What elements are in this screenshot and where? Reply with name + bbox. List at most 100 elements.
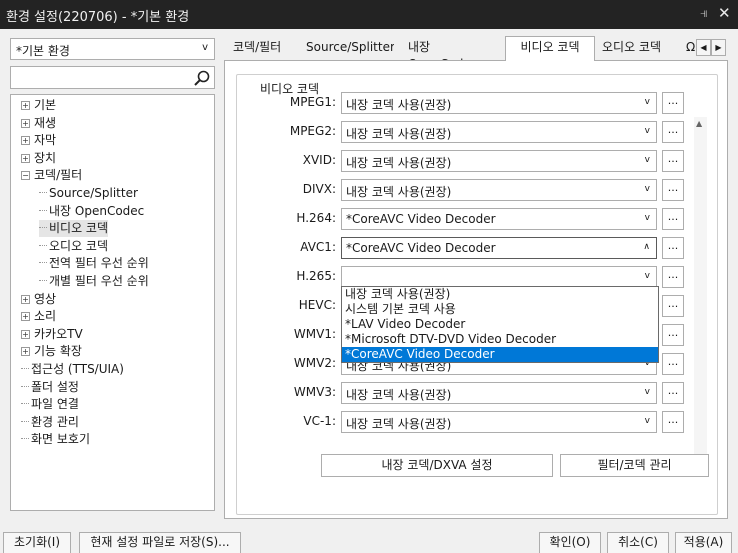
codec-row: VC-1: <box>230 411 336 433</box>
tab-item[interactable]: 내장 OpenCodec <box>408 39 500 60</box>
dropdown-option[interactable]: *Microsoft DTV-DVD Video Decoder <box>342 332 658 347</box>
chevron-down-icon: v <box>644 416 650 426</box>
tree-item[interactable]: + 영상 <box>21 291 56 308</box>
codec-select[interactable]: 내장 코덱 사용(권장) v <box>341 179 657 201</box>
expand-icon[interactable]: + <box>21 118 30 128</box>
tree-item[interactable]: 전역 필터 우선 순위 <box>39 255 149 272</box>
tab-item[interactable]: 오디오 코덱 <box>602 39 672 60</box>
codec-label: VC-1: <box>303 414 336 428</box>
codec-label: MPEG1: <box>289 95 336 109</box>
expand-icon[interactable]: + <box>21 153 30 163</box>
tree-item[interactable]: + 기본 <box>21 97 56 114</box>
tree-item[interactable]: 화면 보호기 <box>21 431 90 448</box>
dropdown-option[interactable]: 내장 코덱 사용(권장) <box>342 287 658 302</box>
codec-select-value: 내장 코덱 사용(권장) <box>346 156 452 170</box>
codec-select[interactable]: 내장 코덱 사용(권장) v <box>341 382 657 404</box>
settings-client: *기본 환경 v + 기본 + 재생 + 자막 + 장치 − 코덱/필터 Source/Splitt… <box>0 29 738 553</box>
dropdown-option[interactable]: *LAV Video Decoder <box>342 317 658 332</box>
codec-options-button[interactable]: ... <box>662 411 684 433</box>
tab-item[interactable]: Source/Splitter <box>306 39 394 60</box>
tree-item[interactable]: Source/Splitter <box>39 185 138 202</box>
chevron-down-icon: v <box>644 387 650 397</box>
codec-options-button[interactable]: ... <box>662 92 684 114</box>
codec-select[interactable]: 내장 코덱 사용(권장) v <box>341 121 657 143</box>
codec-options-button[interactable]: ... <box>662 237 684 259</box>
tab-scroll-left-icon[interactable]: ◀ <box>696 39 711 56</box>
codec-select[interactable]: *CoreAVC Video Decoder v <box>341 208 657 230</box>
codec-select[interactable]: 내장 코덱 사용(권장) v <box>341 92 657 114</box>
tree-item[interactable]: + 소리 <box>21 308 56 325</box>
codec-options-button[interactable]: ... <box>662 353 684 375</box>
codec-options-button[interactable]: ... <box>662 382 684 404</box>
tree-item[interactable]: 파일 연결 <box>21 396 79 413</box>
tree-connector <box>21 385 29 387</box>
tree-item[interactable]: + 자막 <box>21 132 56 149</box>
tree-item[interactable]: + 재생 <box>21 115 56 132</box>
tab-item[interactable]: 코덱/필터 <box>233 39 295 60</box>
tree-item[interactable]: 접근성 (TTS/UIA) <box>21 361 124 378</box>
expand-icon[interactable]: + <box>21 101 30 110</box>
codec-label: DIVX: <box>302 182 336 196</box>
codec-options-button[interactable]: ... <box>662 208 684 230</box>
codec-options-button[interactable]: ... <box>662 266 684 288</box>
cancel-button[interactable]: 취소(C) <box>607 532 669 553</box>
tab-scroll-right-icon[interactable]: ▶ <box>711 39 726 56</box>
preset-select-value: *기본 환경 <box>16 44 70 58</box>
dropdown-option[interactable]: *CoreAVC Video Decoder <box>342 347 658 362</box>
tree-item[interactable]: 환경 관리 <box>21 414 79 431</box>
tab-item[interactable]: 비디오 코덱 <box>505 36 595 61</box>
tree-item[interactable]: + 카카오TV <box>21 326 83 343</box>
collapse-icon[interactable]: − <box>21 171 30 181</box>
codec-options-button[interactable]: ... <box>662 295 684 317</box>
tree-item[interactable]: − 코덱/필터 <box>21 167 82 184</box>
search-input[interactable] <box>10 66 215 89</box>
expand-icon[interactable]: + <box>21 294 30 304</box>
reset-button[interactable]: 초기화(I) <box>3 532 71 553</box>
pin-icon[interactable]: ⫣ <box>700 6 708 21</box>
search-icon[interactable] <box>193 69 211 87</box>
codec-options-button[interactable]: ... <box>662 121 684 143</box>
codec-select[interactable]: 내장 코덱 사용(권장) v <box>341 411 657 433</box>
tree-connector <box>39 192 47 193</box>
codec-select[interactable]: v <box>341 266 657 288</box>
dxva-settings-button[interactable]: 내장 코덱/DXVA 설정 <box>321 454 553 477</box>
tree-item[interactable]: + 장치 <box>21 150 56 167</box>
tree-item-label: 카카오TV <box>34 326 83 341</box>
ok-button[interactable]: 확인(O) <box>539 532 601 553</box>
codec-options-button[interactable]: ... <box>662 150 684 172</box>
codec-scrollbar[interactable]: ▲ ▼ <box>694 117 707 469</box>
tree-connector <box>39 280 47 281</box>
codec-options-button[interactable]: ... <box>662 324 684 346</box>
tree-item[interactable]: 개별 필터 우선 순위 <box>39 273 149 290</box>
codec-select[interactable]: *CoreAVC Video Decoder ∧ <box>341 237 657 259</box>
filter-codec-manage-button[interactable]: 필터/코덱 관리 <box>560 454 709 477</box>
tree-item-label: 화면 보호기 <box>31 432 91 447</box>
apply-button[interactable]: 적용(A) <box>675 532 732 553</box>
tree-item[interactable]: 오디오 코덱 <box>39 238 108 255</box>
tab-bar: 코덱/필터 Source/Splitter 내장 OpenCodec비디오 코덱 오디… <box>224 36 728 61</box>
codec-options-button[interactable]: ... <box>662 179 684 201</box>
tab-item[interactable]: Ω <box>686 39 696 60</box>
scroll-up-icon[interactable]: ▲ <box>696 119 702 128</box>
tree-item[interactable]: 폴더 설정 <box>21 379 79 396</box>
tree-item[interactable]: 내장 OpenCodec <box>39 203 144 220</box>
codec-row: DIVX: <box>230 179 336 201</box>
preset-select[interactable]: *기본 환경 v <box>10 38 215 60</box>
close-icon[interactable]: ✕ <box>718 4 731 22</box>
expand-icon[interactable]: + <box>21 329 30 339</box>
expand-icon[interactable]: + <box>21 312 30 322</box>
expand-icon[interactable]: + <box>21 136 30 146</box>
tree-item-label: 환경 관리 <box>31 414 79 429</box>
save-current-settings-button[interactable]: 현재 설정 파일로 저장(S)... <box>79 532 241 553</box>
codec-row: H.265: <box>230 266 336 288</box>
codec-label: XVID: <box>302 153 336 167</box>
tree-item[interactable]: + 기능 확장 <box>21 343 82 360</box>
expand-icon[interactable]: + <box>21 347 30 357</box>
tree-item-label: 영상 <box>34 291 57 306</box>
tree-item[interactable]: 비디오 코덱 <box>39 220 109 238</box>
codec-select-value: 내장 코덱 사용(권장) <box>346 185 452 199</box>
dropdown-option[interactable]: 시스템 기본 코덱 사용 <box>342 302 658 317</box>
chevron-down-icon: v <box>644 213 650 223</box>
codec-label: WMV1: <box>293 327 336 341</box>
codec-select[interactable]: 내장 코덱 사용(권장) v <box>341 150 657 172</box>
